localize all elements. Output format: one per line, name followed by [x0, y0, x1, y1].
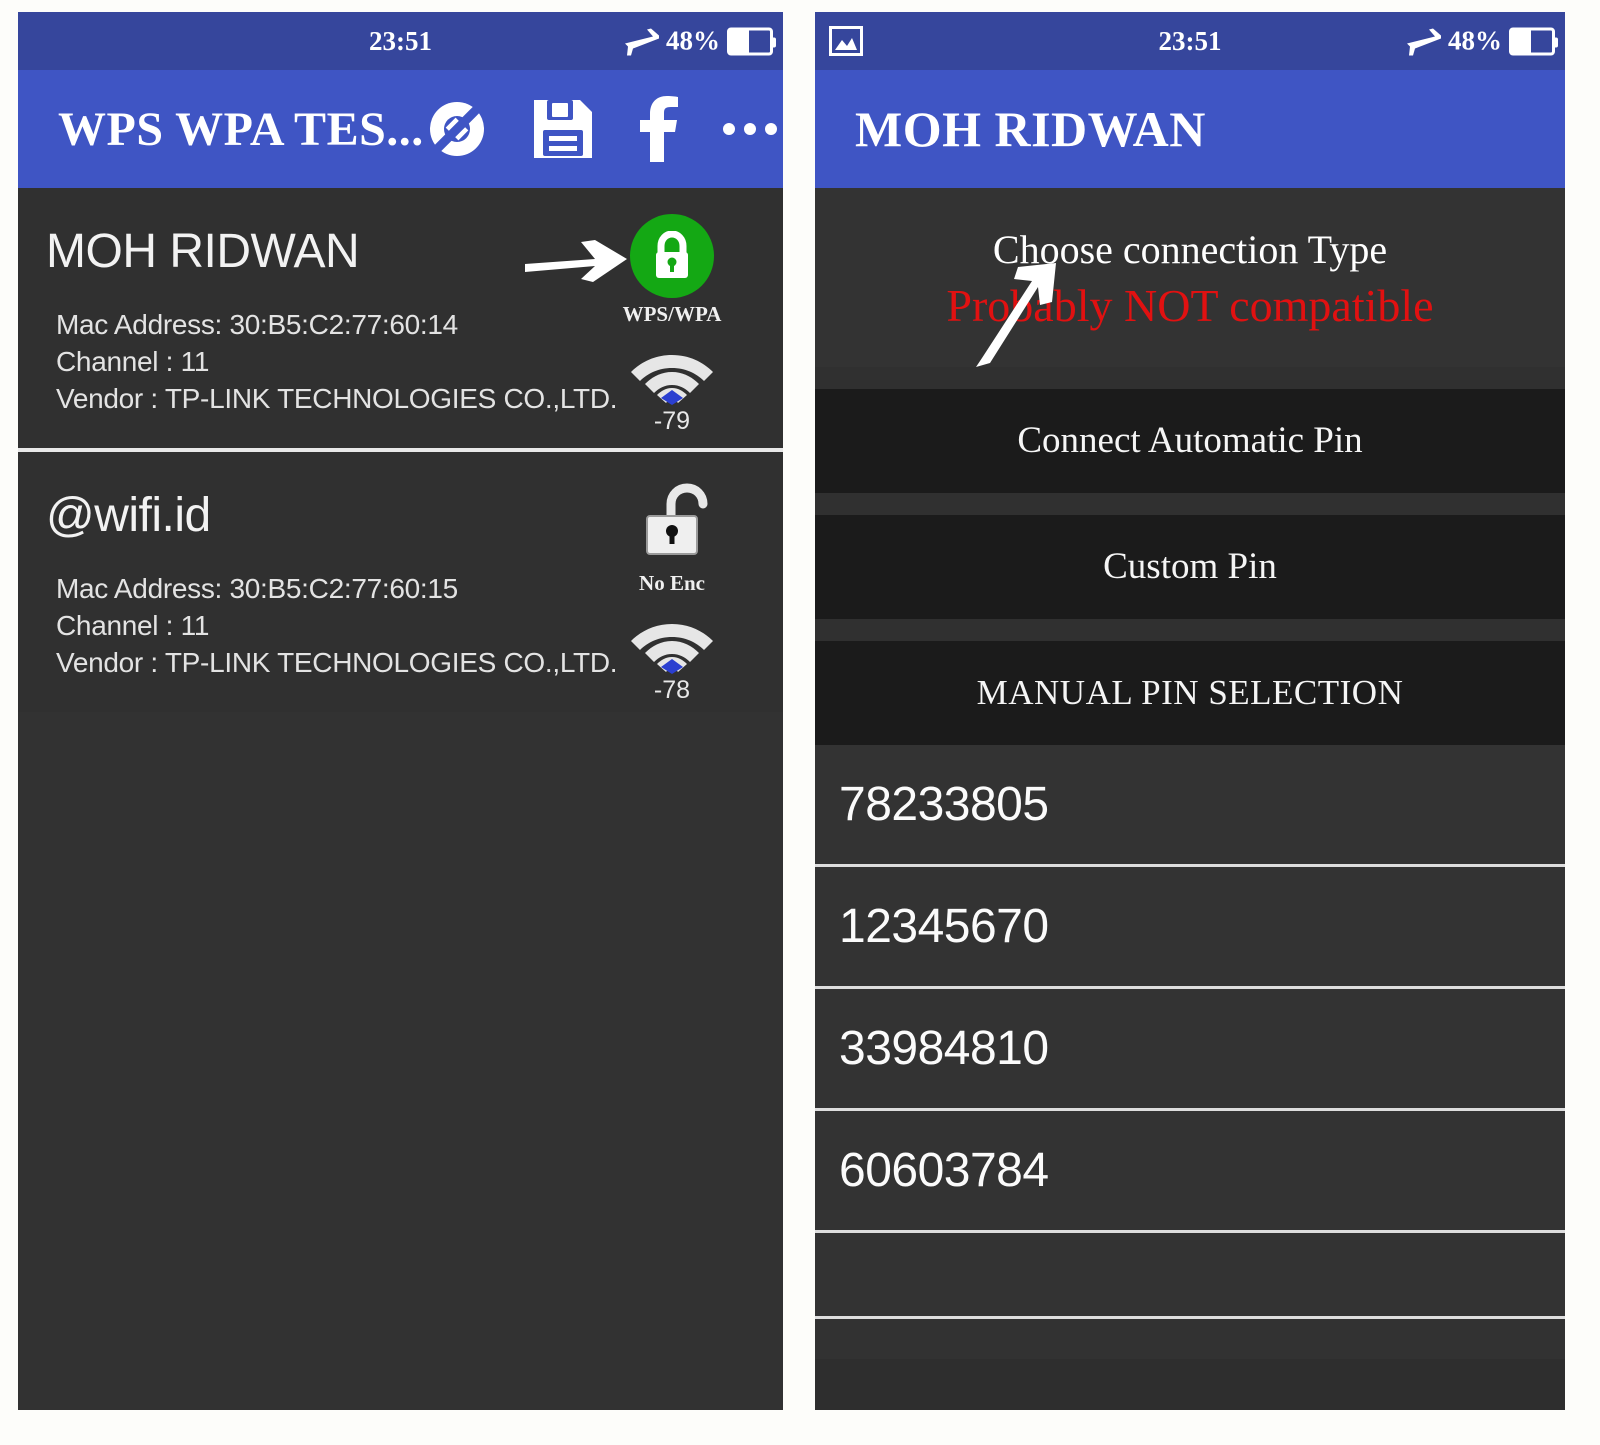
lock-open-icon	[630, 478, 714, 567]
menu-item-connect-automatic-pin[interactable]: Connect Automatic Pin	[815, 388, 1565, 493]
menu-separator	[815, 366, 1565, 389]
menu-separator	[815, 492, 1565, 515]
pin-list-item[interactable]: 78233805	[815, 744, 1565, 867]
security-label: WPS/WPA	[622, 302, 722, 326]
scan-refresh-icon[interactable]	[424, 96, 490, 162]
signal-strength-group: -78	[629, 612, 715, 705]
airplane-mode-icon	[623, 26, 659, 56]
right-status-right-group: 48%	[1405, 25, 1558, 57]
menu-separator	[815, 618, 1565, 641]
connection-type-body: Choose connection Type Probably NOT comp…	[815, 188, 1565, 1410]
left-phone-screen: 23:51 48% WPS WPA TES... MOH RIDWAN Mac …	[18, 12, 783, 1410]
menu-item-manual-pin-selection[interactable]: MANUAL PIN SELECTION	[815, 640, 1565, 745]
pin-value: 33984810	[839, 1021, 1049, 1075]
pin-value: 12345670	[839, 899, 1049, 953]
right-phone-screen: 23:51 48% MOH RIDWAN Choose connection T…	[815, 12, 1565, 1410]
left-status-bar: 23:51 48%	[18, 12, 783, 70]
pin-list-item[interactable]: 60603784	[815, 1110, 1565, 1233]
picture-icon	[829, 26, 863, 56]
right-status-bar: 23:51 48%	[815, 12, 1565, 70]
compatibility-warning: Probably NOT compatible	[946, 280, 1434, 331]
network-list-item[interactable]: MOH RIDWAN Mac Address: 30:B5:C2:77:60:1…	[18, 188, 783, 452]
pin-list-item-partial[interactable]	[815, 1232, 1565, 1319]
network-list-item[interactable]: @wifi.id Mac Address: 30:B5:C2:77:60:15 …	[18, 452, 783, 712]
pin-value: 60603784	[839, 1143, 1049, 1197]
security-label: No Enc	[639, 571, 705, 595]
lock-closed-icon	[630, 214, 714, 298]
wifi-signal-icon	[631, 624, 713, 674]
right-battery-percent: 48%	[1448, 25, 1502, 56]
panel-gap	[783, 0, 815, 1445]
choose-connection-title: Choose connection Type	[992, 227, 1388, 272]
network-status-icons: WPS/WPA -79	[607, 214, 737, 436]
left-status-right-group: 48%	[623, 25, 776, 57]
choose-connection-block: Choose connection Type Probably NOT comp…	[815, 188, 1565, 367]
left-battery-percent: 48%	[666, 25, 720, 56]
network-list: MOH RIDWAN Mac Address: 30:B5:C2:77:60:1…	[18, 188, 783, 1410]
signal-strength-group: -79	[629, 343, 715, 436]
wifi-signal-icon	[631, 355, 713, 405]
overflow-menu-icon[interactable]	[722, 120, 778, 138]
battery-icon	[1509, 27, 1558, 55]
page-title: MOH RIDWAN	[855, 101, 1206, 157]
pin-list: 78233805 12345670 33984810 60603784	[815, 744, 1565, 1359]
signal-dbm: -79	[653, 407, 691, 435]
right-app-bar: MOH RIDWAN	[815, 70, 1565, 188]
pin-list-item[interactable]: 33984810	[815, 988, 1565, 1111]
pin-value: 78233805	[839, 777, 1049, 831]
battery-icon	[727, 27, 776, 55]
pin-list-tail	[815, 1318, 1565, 1359]
network-status-icons: No Enc -78	[607, 478, 737, 705]
airplane-mode-icon	[1405, 26, 1441, 56]
pin-list-item[interactable]: 12345670	[815, 866, 1565, 989]
signal-dbm: -78	[653, 676, 691, 704]
dual-screenshot-composite: 23:51 48% WPS WPA TES... MOH RIDWAN Mac …	[0, 0, 1600, 1445]
app-bar-actions	[424, 96, 783, 162]
menu-item-custom-pin[interactable]: Custom Pin	[815, 514, 1565, 619]
save-icon[interactable]	[530, 96, 596, 162]
left-app-bar: WPS WPA TES...	[18, 70, 783, 188]
app-title: WPS WPA TES...	[58, 102, 424, 156]
facebook-icon[interactable]	[636, 96, 682, 162]
